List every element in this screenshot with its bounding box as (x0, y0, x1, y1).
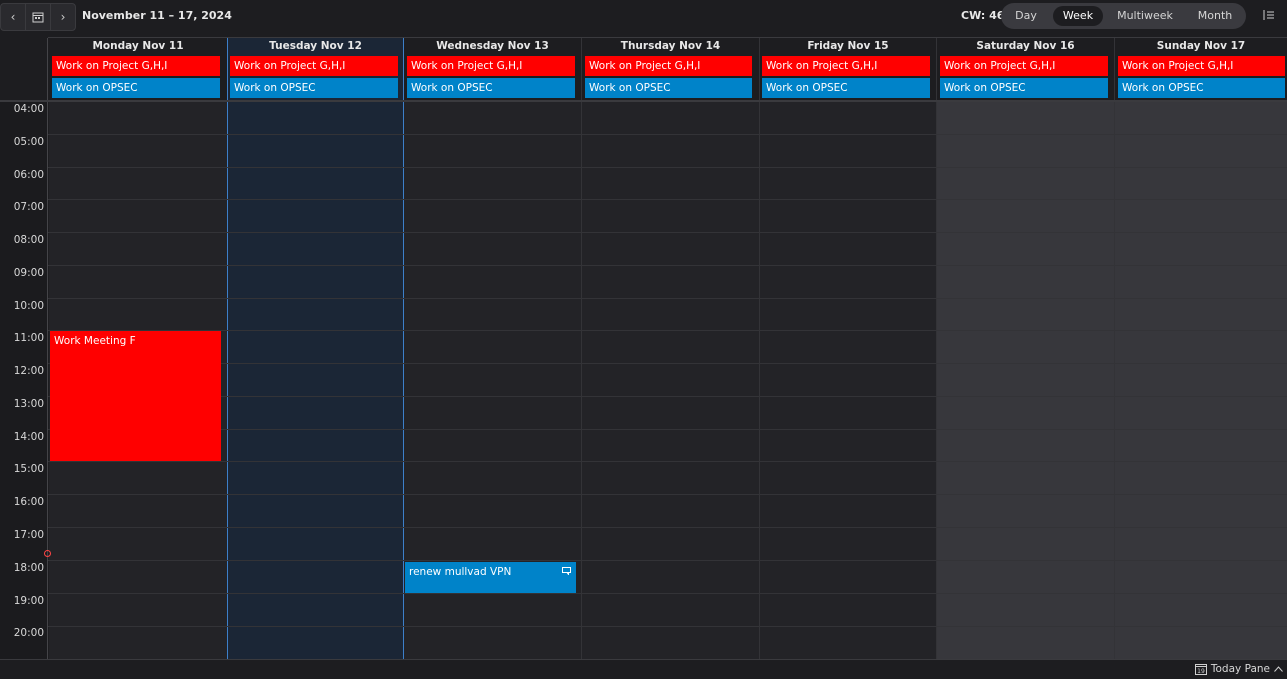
day-header-mon[interactable]: Monday Nov 11 (49, 38, 227, 54)
hour-label: 19:00 (13, 595, 44, 607)
chevron-right-icon: › (60, 10, 66, 24)
day-column-fri[interactable] (760, 102, 936, 659)
hour-label: 11:00 (13, 332, 44, 344)
hour-line (48, 494, 1287, 495)
calendar-day-icon: 19 (1194, 664, 1207, 675)
day-column-sat[interactable] (937, 102, 1114, 659)
allday-bottom-border (0, 100, 1287, 102)
day-header-sun[interactable]: Sunday Nov 17 (1115, 38, 1287, 54)
hour-label: 06:00 (13, 169, 44, 181)
allday-event-project[interactable]: Work on Project G,H,I (1118, 56, 1285, 76)
allday-event-opsec[interactable]: Work on OPSEC (762, 78, 930, 98)
hour-label: 16:00 (13, 496, 44, 508)
hour-line (48, 461, 1287, 462)
today-pane-toggle[interactable]: 19 Today Pane (1194, 663, 1283, 675)
allday-event-project[interactable]: Work on Project G,H,I (407, 56, 575, 76)
hour-label: 04:00 (13, 103, 44, 115)
date-navigation: ‹ › (0, 3, 76, 31)
calendar-icon (32, 12, 44, 23)
toolbar: ‹ › November 11 – 17, 2024 CW: 46 Day We… (0, 0, 1287, 32)
hour-line (48, 232, 1287, 233)
divider (936, 38, 937, 659)
allday-event-opsec[interactable]: Work on OPSEC (940, 78, 1108, 98)
allday-event-opsec[interactable]: Work on OPSEC (230, 78, 398, 98)
hour-label: 15:00 (13, 463, 44, 475)
day-column-tue[interactable] (228, 102, 403, 659)
view-month-button[interactable]: Month (1189, 6, 1241, 26)
day-column-thu[interactable] (582, 102, 759, 659)
hour-label: 20:00 (13, 627, 44, 639)
day-column-sun[interactable] (1115, 102, 1287, 659)
day-header-tue[interactable]: Tuesday Nov 12 (228, 38, 403, 54)
hour-label: 17:00 (13, 529, 44, 541)
event-renew-vpn[interactable]: renew mullvad VPN (405, 562, 576, 593)
day-header-sat[interactable]: Saturday Nov 16 (937, 38, 1114, 54)
today-left-border (227, 38, 228, 659)
event-title: renew mullvad VPN (409, 566, 512, 578)
calendar-day-number: 19 (1197, 668, 1205, 675)
hour-line (48, 396, 1287, 397)
calendar-week-label: CW: 46 (961, 9, 1005, 22)
divider (1114, 38, 1115, 659)
hour-label: 18:00 (13, 562, 44, 574)
today-pane-label: Today Pane (1210, 663, 1270, 675)
hour-label: 09:00 (13, 267, 44, 279)
allday-event-project[interactable]: Work on Project G,H,I (230, 56, 398, 76)
day-header-thu[interactable]: Thursday Nov 14 (582, 38, 759, 54)
hour-line (48, 134, 1287, 135)
hour-line (48, 593, 1287, 594)
view-multiweek-button[interactable]: Multiweek (1111, 6, 1179, 26)
divider (47, 38, 48, 659)
allday-event-opsec[interactable]: Work on OPSEC (407, 78, 575, 98)
divider (581, 38, 582, 659)
allday-event-project[interactable]: Work on Project G,H,I (52, 56, 220, 76)
allday-event-project[interactable]: Work on Project G,H,I (585, 56, 752, 76)
hour-label: 12:00 (13, 365, 44, 377)
date-range-title: November 11 – 17, 2024 (82, 9, 232, 22)
hour-line (48, 199, 1287, 200)
today-button[interactable] (26, 4, 51, 30)
allday-event-opsec[interactable]: Work on OPSEC (1118, 78, 1285, 98)
hour-label: 08:00 (13, 234, 44, 246)
allday-event-project[interactable]: Work on Project G,H,I (762, 56, 930, 76)
chevron-left-icon: ‹ (10, 10, 16, 24)
hour-label: 07:00 (13, 201, 44, 213)
status-bar: 19 Today Pane (0, 659, 1287, 679)
today-right-border (403, 38, 404, 659)
hour-line (48, 429, 1287, 430)
view-switcher: Day Week Multiweek Month (1001, 3, 1246, 29)
allday-event-opsec[interactable]: Work on OPSEC (52, 78, 220, 98)
hour-label: 05:00 (13, 136, 44, 148)
next-week-button[interactable]: › (51, 4, 75, 30)
view-week-button[interactable]: Week (1053, 6, 1103, 26)
hour-line (48, 330, 1287, 331)
day-header-fri[interactable]: Friday Nov 15 (760, 38, 936, 54)
hour-label: 13:00 (13, 398, 44, 410)
chat-bubble-icon (562, 567, 571, 575)
event-work-meeting[interactable]: Work Meeting F (50, 331, 221, 461)
view-day-button[interactable]: Day (1009, 6, 1043, 26)
hour-line (48, 626, 1287, 627)
hour-line (48, 265, 1287, 266)
previous-week-button[interactable]: ‹ (1, 4, 26, 30)
hour-line (48, 167, 1287, 168)
time-gutter (0, 102, 48, 659)
hour-label: 14:00 (13, 431, 44, 443)
day-header-wed[interactable]: Wednesday Nov 13 (404, 38, 581, 54)
hour-line (48, 298, 1287, 299)
allday-event-project[interactable]: Work on Project G,H,I (940, 56, 1108, 76)
hour-line (48, 527, 1287, 528)
view-settings-icon[interactable] (1262, 8, 1276, 22)
hour-line (48, 560, 1287, 561)
hour-label: 10:00 (13, 300, 44, 312)
divider (759, 38, 760, 659)
hour-line (48, 363, 1287, 364)
current-time-indicator (44, 550, 51, 557)
event-title: Work Meeting F (54, 335, 136, 347)
allday-event-opsec[interactable]: Work on OPSEC (585, 78, 752, 98)
chevron-up-icon (1274, 666, 1283, 672)
